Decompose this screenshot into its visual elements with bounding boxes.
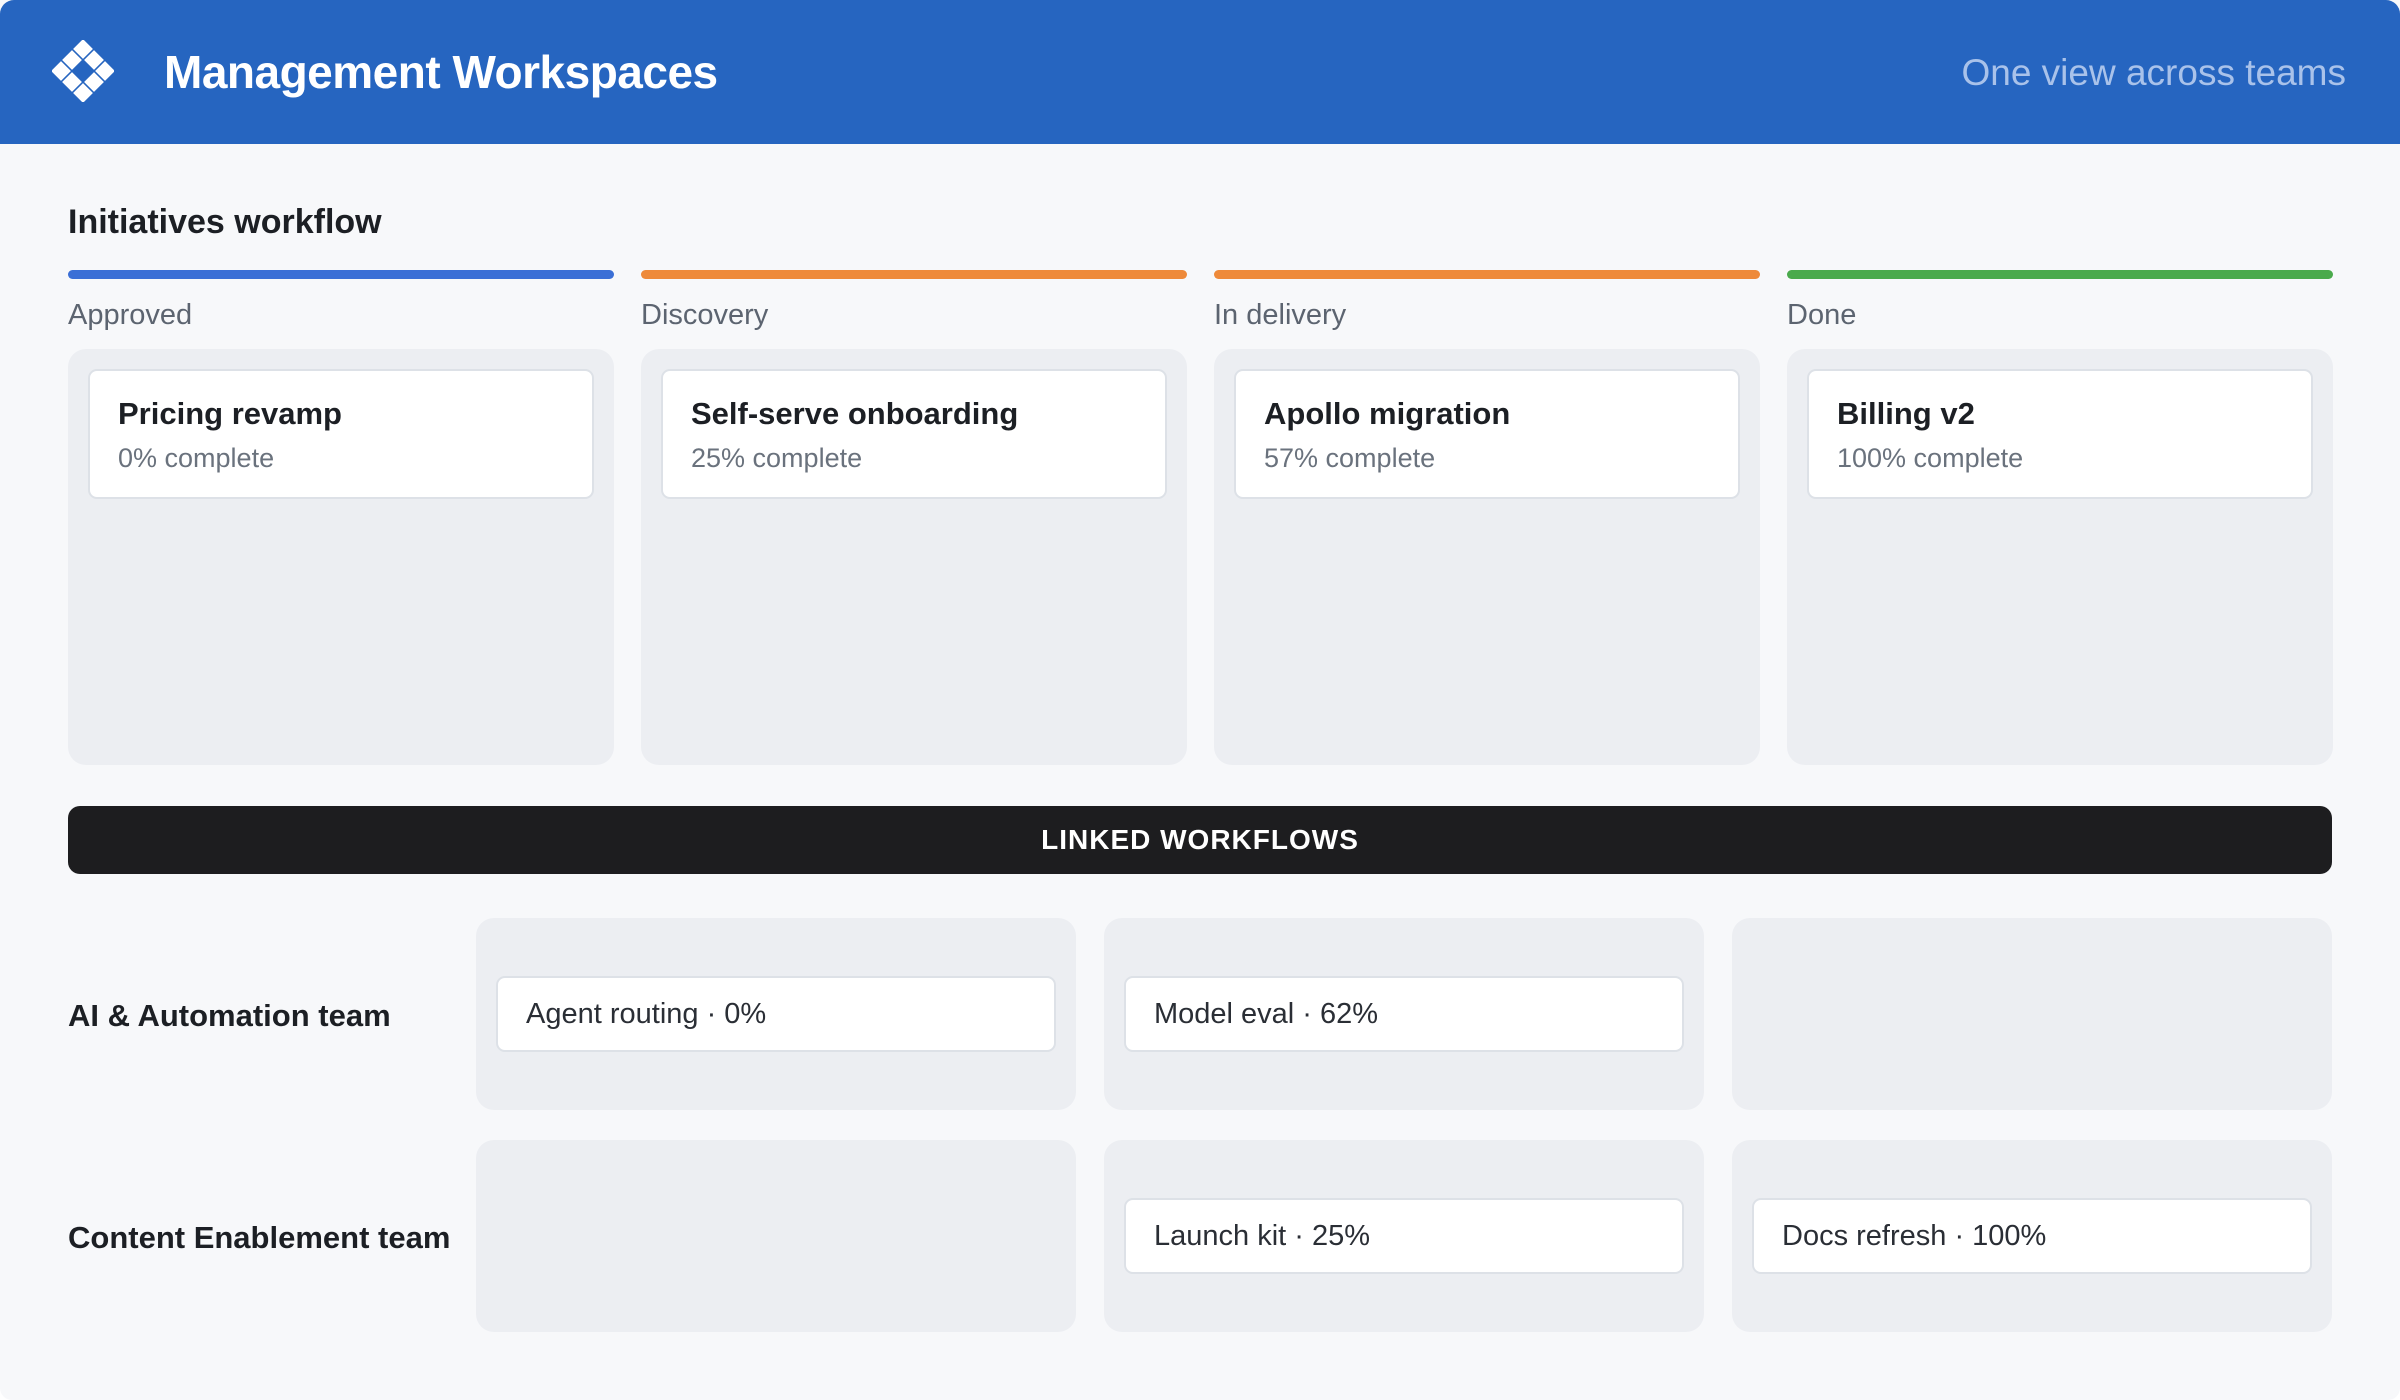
stage-name: In delivery: [1214, 299, 1347, 331]
stage-name: Discovery: [641, 299, 769, 331]
stage-column: Apollo migration 57% complete: [1214, 349, 1760, 765]
team-cell: Agent routing · 0%: [476, 918, 1076, 1110]
initiative-title: Billing v2: [1837, 396, 1975, 431]
stage-name: Approved: [68, 299, 193, 331]
initiative-card[interactable]: Apollo migration 57% complete: [1234, 369, 1740, 499]
linked-item-chip[interactable]: Model eval · 62%: [1124, 976, 1684, 1052]
initiative-progress: 57% complete: [1264, 443, 1436, 473]
team-cell: Launch kit · 25%: [1104, 1140, 1704, 1332]
linked-item-chip[interactable]: Launch kit · 25%: [1124, 1198, 1684, 1274]
diamond-grid-icon: [52, 40, 114, 102]
stage-color-bar: [1214, 270, 1760, 279]
stage-color-bar: [1787, 270, 2333, 279]
stage-in-delivery: In delivery Apollo migration 57% complet…: [1214, 270, 1760, 765]
initiative-card[interactable]: Self-serve onboarding 25% complete: [661, 369, 1167, 499]
team-cell-empty: [1732, 918, 2332, 1110]
initiative-progress: 25% complete: [691, 443, 863, 473]
stage-column: Billing v2 100% complete: [1787, 349, 2333, 765]
linked-workflows-banner: LINKED WORKFLOWS: [68, 806, 2332, 874]
header-tagline: One view across teams: [1961, 52, 2346, 93]
stage-name: Done: [1787, 299, 1857, 331]
initiative-title: Pricing revamp: [118, 396, 342, 431]
stage-color-bar: [68, 270, 614, 279]
stage-approved: Approved Pricing revamp 0% complete: [68, 270, 614, 765]
team-label-ai-automation: AI & Automation team: [68, 998, 391, 1033]
app-title: Management Workspaces: [164, 46, 718, 98]
initiative-card[interactable]: Pricing revamp 0% complete: [88, 369, 594, 499]
stage-color-bar: [641, 270, 1187, 279]
workspace-frame: Management Workspaces One view across te…: [0, 0, 2400, 1400]
workflow-title: Initiatives workflow: [68, 203, 382, 241]
team-cell: Model eval · 62%: [1104, 918, 1704, 1110]
initiative-title: Apollo migration: [1264, 396, 1511, 431]
initiative-progress: 0% complete: [118, 443, 275, 473]
stage-column: Pricing revamp 0% complete: [68, 349, 614, 765]
stage-discovery: Discovery Self-serve onboarding 25% comp…: [641, 270, 1187, 765]
initiative-title: Self-serve onboarding: [691, 396, 1019, 431]
initiative-progress: 100% complete: [1837, 443, 2024, 473]
linked-item-chip[interactable]: Agent routing · 0%: [496, 976, 1056, 1052]
initiative-card[interactable]: Billing v2 100% complete: [1807, 369, 2313, 499]
stage-column: Self-serve onboarding 25% complete: [641, 349, 1187, 765]
team-cell: Docs refresh · 100%: [1732, 1140, 2332, 1332]
stage-done: Done Billing v2 100% complete: [1787, 270, 2333, 765]
app-header: Management Workspaces One view across te…: [0, 0, 2400, 144]
team-cell-empty: [476, 1140, 1076, 1332]
linked-item-chip[interactable]: Docs refresh · 100%: [1752, 1198, 2312, 1274]
team-label-content-enablement: Content Enablement team: [68, 1220, 451, 1255]
